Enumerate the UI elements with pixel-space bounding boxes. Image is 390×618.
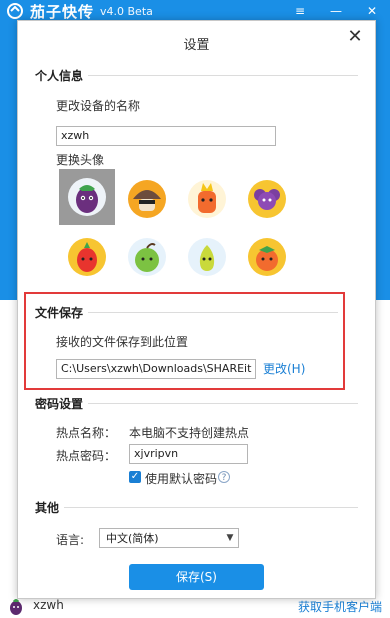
hotspot-password-input[interactable]: xjvripvn [129, 444, 248, 464]
close-icon[interactable]: ✕ [345, 27, 365, 47]
minimize-icon[interactable]: — [318, 0, 354, 22]
language-label: 语言: [56, 533, 85, 547]
default-password-checkbox[interactable]: ✓ [129, 471, 141, 483]
hotspot-password-label: 热点密码： [56, 449, 117, 463]
avatar-grape-icon[interactable] [247, 179, 287, 219]
section-heading-other: 其他 [35, 501, 60, 515]
user-name: xzwh [33, 598, 64, 612]
hotspot-name-value: 本电脑不支持创建热点 [129, 426, 250, 440]
avatar-pear-icon[interactable] [187, 237, 227, 277]
save-button[interactable]: 保存(S) [129, 564, 264, 590]
settings-dialog: 设置 ✕ 个人信息 更改设备的名称 xzwh 更换头像 文件保存 接收的文件保存… [17, 20, 376, 599]
avatar-apple-icon[interactable] [127, 237, 167, 277]
section-divider [64, 507, 358, 508]
dialog-title: 设置 [183, 38, 210, 53]
section-divider [88, 312, 338, 313]
device-name-label: 更改设备的名称 [56, 99, 141, 113]
section-heading-password: 密码设置 [35, 397, 84, 411]
avatar-mushroom-icon[interactable] [127, 179, 167, 219]
change-path-link[interactable]: 更改(H) [263, 360, 305, 377]
avatar-pepper-icon[interactable] [67, 237, 107, 277]
save-path-input[interactable]: C:\Users\xzwh\Downloads\SHAREit [56, 359, 256, 379]
language-value: 中文(简体) [106, 532, 159, 545]
user-avatar-icon[interactable] [6, 596, 26, 616]
app-title: 茄子快传 [30, 2, 95, 21]
section-heading-file-save: 文件保存 [35, 306, 84, 320]
get-mobile-client-link[interactable]: 获取手机客户端 [298, 598, 382, 615]
menu-icon[interactable]: ≡ [282, 0, 318, 22]
default-password-label: 使用默认密码 [145, 472, 218, 486]
device-name-input[interactable]: xzwh [56, 126, 276, 146]
chevron-down-icon: ▼ [226, 533, 234, 543]
window-close-icon[interactable]: ✕ [354, 0, 390, 22]
app-version: v4.0 Beta [100, 4, 153, 18]
section-heading-personal: 个人信息 [35, 69, 84, 83]
section-divider [88, 75, 358, 76]
window-controls: ≡ — ✕ [282, 0, 390, 22]
hotspot-name-label: 热点名称： [56, 426, 117, 440]
avatar-carrot-icon[interactable] [187, 179, 227, 219]
section-divider [88, 403, 358, 404]
save-location-label: 接收的文件保存到此位置 [56, 335, 189, 349]
app-title-bar: 茄子快传 v4.0 Beta [6, 0, 153, 22]
avatar-eggplant-icon[interactable] [67, 177, 107, 217]
language-select[interactable]: 中文(简体) ▼ [99, 528, 239, 548]
help-icon[interactable]: ? [218, 471, 230, 483]
avatar-tomato-icon[interactable] [247, 237, 287, 277]
avatar-label: 更换头像 [56, 153, 105, 167]
app-logo-icon [7, 3, 23, 19]
